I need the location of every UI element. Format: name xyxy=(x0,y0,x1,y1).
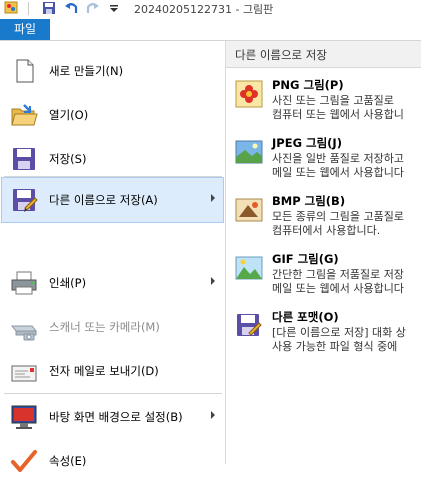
other-format-icon xyxy=(237,314,262,336)
menu-item-open[interactable]: 열기(O) xyxy=(2,93,223,137)
file-menu-left-pane: 새로 만들기(N) 열기(O) 저장(S) 다른 이름으로 저장(A) 인쇄(P… xyxy=(0,41,226,472)
menu-item-label: 새로 만들기(N) xyxy=(49,64,124,78)
menu-item-label: 다른 이름으로 저장(A) xyxy=(49,193,158,207)
png-flower-icon xyxy=(235,80,263,108)
save-as-submenu: 다른 이름으로 저장 PNG 그림(P) 사진 또는 그림을 고품질로 컴퓨터 또… xyxy=(226,41,421,464)
option-title: JPEG 그림(J) xyxy=(272,136,342,150)
option-title: 다른 포맷(O) xyxy=(272,310,339,324)
email-icon xyxy=(11,365,37,382)
save-as-gif-option[interactable]: GIF 그림(G) 간단한 그림을 저품질로 저장 메일 또는 웹에서 사용합니다 xyxy=(226,249,421,307)
desktop-background-icon xyxy=(11,405,37,429)
submenu-header-label: 다른 이름으로 저장 xyxy=(235,48,327,62)
option-title: PNG 그림(P) xyxy=(272,78,344,92)
description-line: 사용 가능한 파일 형식 중에 xyxy=(272,340,398,353)
menu-item-label: 속성(E) xyxy=(49,454,87,468)
menu-item-label: 인쇄(P) xyxy=(49,276,87,290)
paint-app-icon[interactable] xyxy=(4,1,18,15)
menu-item-label: 열기(O) xyxy=(49,108,89,122)
save-as-png-option[interactable]: PNG 그림(P) 사진 또는 그림을 고품질로 컴퓨터 또는 웹에서 사용합니 xyxy=(226,75,421,133)
save-as-other-format-option[interactable]: 다른 포맷(O) [다른 이름으로 저장] 대화 상 사용 가능한 파일 형식 중… xyxy=(226,307,421,365)
bmp-image-icon xyxy=(235,198,263,222)
option-description: 모든 종류의 그림을 고품질로 컴퓨터에서 사용합니다. xyxy=(272,210,421,238)
scanner-camera-icon xyxy=(10,325,38,341)
gif-landscape-icon xyxy=(235,256,263,280)
menu-item-scanner-camera[interactable]: 스캐너 또는 카메라(M) xyxy=(2,305,223,349)
menu-item-new[interactable]: 새로 만들기(N) xyxy=(2,49,223,93)
submenu-arrow-icon xyxy=(211,411,215,419)
save-disk-icon xyxy=(13,148,35,170)
submenu-arrow-icon xyxy=(211,277,215,285)
menu-item-label: 저장(S) xyxy=(49,152,87,166)
redo-icon[interactable] xyxy=(86,1,100,15)
menu-item-email[interactable]: 전자 메일로 보내기(D) xyxy=(2,349,223,393)
customize-toolbar-icon[interactable] xyxy=(108,1,120,15)
menu-item-properties[interactable]: 속성(E) xyxy=(2,439,223,483)
file-menu: 새로 만들기(N) 열기(O) 저장(S) 다른 이름으로 저장(A) 인쇄(P… xyxy=(0,40,421,472)
jpeg-landscape-icon xyxy=(235,140,263,164)
submenu-arrow-icon xyxy=(211,194,215,202)
option-description: 사진을 일반 품질로 저장하고 메일 또는 웹에서 사용합니다 xyxy=(272,152,421,180)
option-description: 사진 또는 그림을 고품질로 컴퓨터 또는 웹에서 사용합니 xyxy=(272,94,421,122)
option-title: BMP 그림(B) xyxy=(272,194,346,208)
menu-item-label: 스캐너 또는 카메라(M) xyxy=(49,320,160,334)
title-bar: 20240205122731 - 그림판 xyxy=(0,0,421,18)
menu-item-save[interactable]: 저장(S) xyxy=(2,137,223,181)
new-document-icon xyxy=(16,59,34,83)
menu-item-print[interactable]: 인쇄(P) xyxy=(2,261,223,305)
divider xyxy=(4,393,222,394)
description-line: 모든 종류의 그림을 고품질로 xyxy=(272,210,404,223)
menu-item-label: 전자 메일로 보내기(D) xyxy=(49,364,159,378)
description-line: 간단한 그림을 저품질로 저장 xyxy=(272,268,404,281)
description-line: [다른 이름으로 저장] 대화 상 xyxy=(272,326,406,339)
window-title: 20240205122731 - 그림판 xyxy=(134,3,274,16)
description-line: 메일 또는 웹에서 사용합니다 xyxy=(272,282,404,295)
file-tab-label: 파일 xyxy=(13,22,37,36)
file-tab[interactable]: 파일 xyxy=(0,19,50,40)
option-description: [다른 이름으로 저장] 대화 상 사용 가능한 파일 형식 중에 xyxy=(272,326,421,354)
submenu-header: 다른 이름으로 저장 xyxy=(226,41,421,68)
description-line: 사진 또는 그림을 고품질로 xyxy=(272,94,394,107)
divider xyxy=(4,176,222,177)
save-icon[interactable] xyxy=(42,1,56,15)
menu-item-save-as[interactable]: 다른 이름으로 저장(A) xyxy=(1,177,224,223)
menu-item-label: 바탕 화면 배경으로 설정(B) xyxy=(49,410,183,424)
description-line: 사진을 일반 품질로 저장하고 xyxy=(272,152,404,165)
option-title: GIF 그림(G) xyxy=(272,252,339,266)
save-as-jpeg-option[interactable]: JPEG 그림(J) 사진을 일반 품질로 저장하고 메일 또는 웹에서 사용합니… xyxy=(226,133,421,191)
save-as-bmp-option[interactable]: BMP 그림(B) 모든 종류의 그림을 고품질로 컴퓨터에서 사용합니다. xyxy=(226,191,421,249)
save-as-icon xyxy=(13,189,38,212)
description-line: 컴퓨터에서 사용합니다. xyxy=(272,224,381,237)
printer-icon xyxy=(11,271,37,295)
menu-item-set-desktop-background[interactable]: 바탕 화면 배경으로 설정(B) xyxy=(2,395,223,439)
description-line: 메일 또는 웹에서 사용합니다 xyxy=(272,166,404,179)
undo-icon[interactable] xyxy=(64,1,78,15)
open-folder-icon xyxy=(11,104,38,126)
divider xyxy=(28,2,29,15)
properties-check-icon xyxy=(11,450,37,472)
description-line: 컴퓨터 또는 웹에서 사용합니 xyxy=(272,108,404,121)
option-description: 간단한 그림을 저품질로 저장 메일 또는 웹에서 사용합니다 xyxy=(272,268,421,296)
